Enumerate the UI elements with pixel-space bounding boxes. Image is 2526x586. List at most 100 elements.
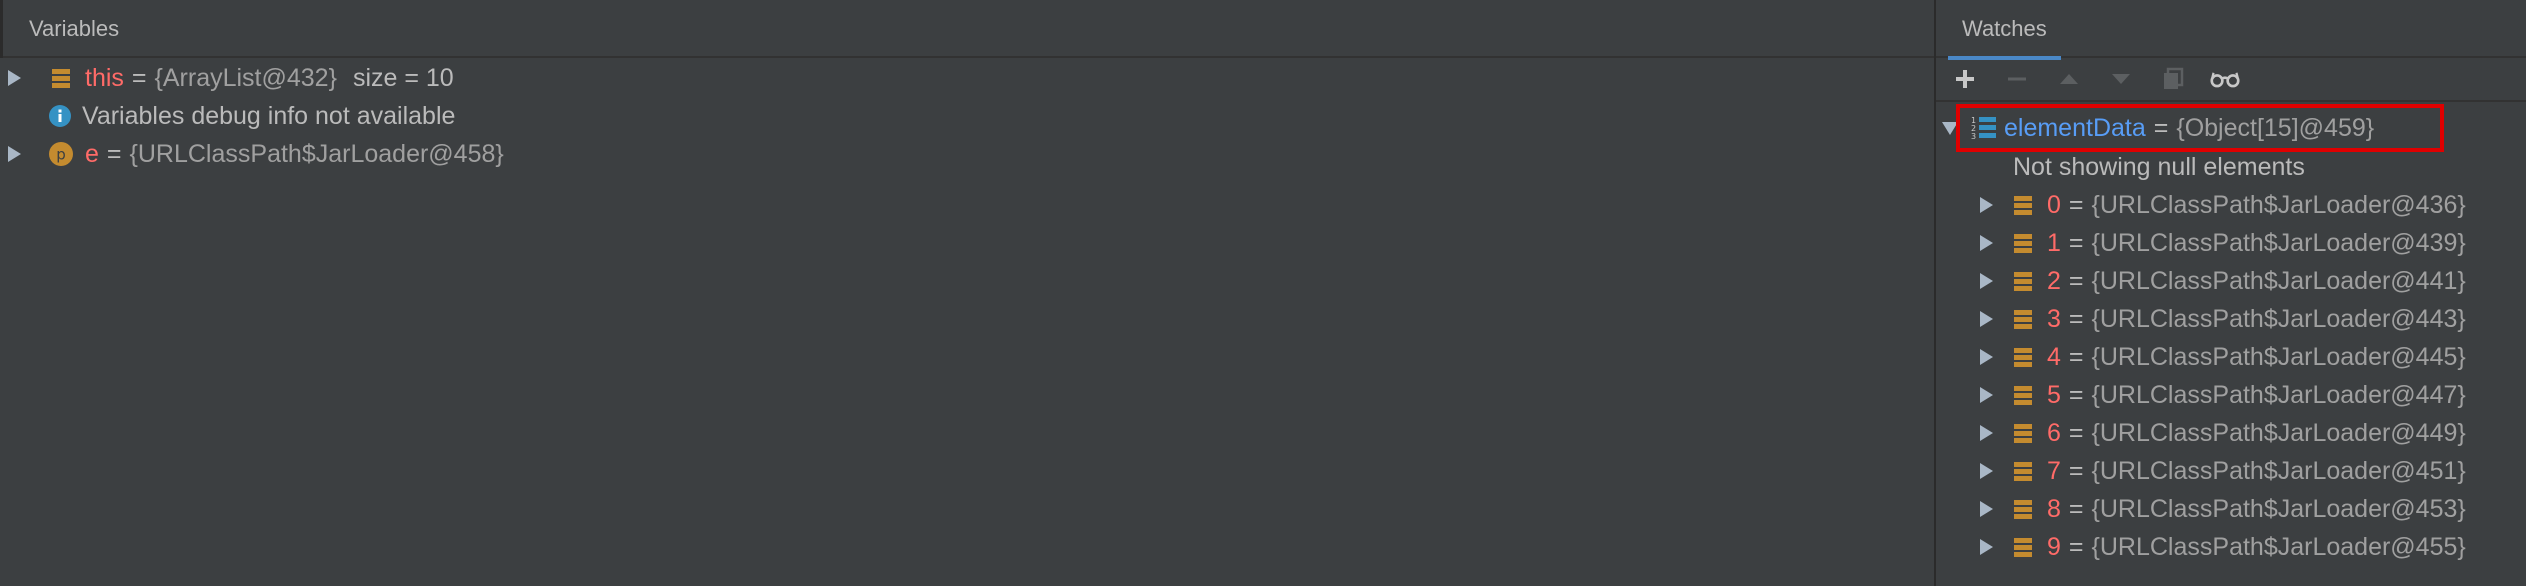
duplicate-watch-button[interactable] [2158,64,2188,94]
debugger-panels: Variables this = {ArrayList@432} size = … [0,0,2526,586]
parameter-badge-icon: p [47,140,75,168]
array-element-row[interactable]: 8 = {URLClassPath$JarLoader@453} [1980,490,2466,528]
equals-sign: = [2068,304,2084,333]
element-index: 0 [2047,190,2061,219]
remove-watch-button[interactable] [2002,64,2032,94]
array-element-row[interactable]: 5 = {URLClassPath$JarLoader@447} [1980,376,2466,414]
field-stack-icon [2009,229,2037,257]
element-index: 7 [2047,456,2061,485]
field-stack-icon [2009,381,2037,409]
parameter-badge-letter: p [56,146,66,164]
expand-arrow-icon[interactable] [1980,463,1993,479]
variable-value: {URLClassPath$JarLoader@458} [129,139,504,168]
variables-header: Variables [0,0,1934,58]
watches-toolbar [1936,58,2526,102]
expand-arrow-icon[interactable] [1980,387,1993,403]
info-message: Variables debug info not available [82,101,456,130]
variable-row-e[interactable]: p e = {URLClassPath$JarLoader@458} [8,135,504,173]
element-index: 8 [2047,494,2061,523]
equals-sign: = [2068,228,2084,257]
tab-watches[interactable]: Watches [1936,0,2073,60]
field-stack-icon [47,64,75,92]
highlight-box [1956,104,2444,152]
field-stack-icon [2009,191,2037,219]
tab-watches-label: Watches [1962,16,2047,41]
element-index: 4 [2047,342,2061,371]
plus-icon [1956,70,1974,88]
element-index: 3 [2047,304,2061,333]
element-value: {URLClassPath$JarLoader@449} [2091,418,2466,447]
equals-sign: = [2068,494,2084,523]
move-up-button[interactable] [2054,64,2084,94]
expand-arrow-icon[interactable] [1980,501,1993,517]
field-stack-icon [2009,267,2037,295]
triangle-up-icon [2060,74,2078,84]
array-element-row[interactable]: 0 = {URLClassPath$JarLoader@436} [1980,186,2466,224]
move-down-button[interactable] [2106,64,2136,94]
field-stack-icon [2009,343,2037,371]
expand-arrow-icon[interactable] [8,146,21,162]
triangle-down-icon [2112,74,2130,84]
variable-row-this[interactable]: this = {ArrayList@432} size = 10 [8,59,454,97]
element-index: 9 [2047,532,2061,561]
element-value: {URLClassPath$JarLoader@455} [2091,532,2466,561]
array-element-row[interactable]: 6 = {URLClassPath$JarLoader@449} [1980,414,2466,452]
expand-arrow-icon[interactable] [1980,311,1993,327]
variable-name: this [85,63,124,92]
equals-sign: = [2068,266,2084,295]
variable-value: {ArrayList@432} [154,63,337,92]
expand-arrow-icon[interactable] [1980,235,1993,251]
glasses-icon [2210,72,2240,88]
equals-sign: = [2068,190,2084,219]
expand-arrow-icon[interactable] [1980,273,1993,289]
element-value: {URLClassPath$JarLoader@451} [2091,456,2466,485]
element-value: {URLClassPath$JarLoader@447} [2091,380,2466,409]
variable-size: size = 10 [352,63,454,92]
element-index: 2 [2047,266,2061,295]
show-watches-in-variables-button[interactable] [2210,64,2240,94]
array-element-row[interactable]: 9 = {URLClassPath$JarLoader@455} [1980,528,2466,566]
equals-sign: = [106,139,122,168]
field-stack-icon [2009,495,2037,523]
array-element-row[interactable]: 1 = {URLClassPath$JarLoader@439} [1980,224,2466,262]
element-value: {URLClassPath$JarLoader@445} [2091,342,2466,371]
array-element-row[interactable]: 4 = {URLClassPath$JarLoader@445} [1980,338,2466,376]
element-value: {URLClassPath$JarLoader@436} [2091,190,2466,219]
variable-info-row: Variables debug info not available [46,97,455,135]
expand-arrow-icon[interactable] [1980,425,1993,441]
equals-sign: = [2068,418,2084,447]
variables-panel: Variables this = {ArrayList@432} size = … [0,0,1934,586]
variable-name: e [85,139,99,168]
element-index: 1 [2047,228,2061,257]
equals-sign: = [2068,532,2084,561]
info-icon [46,102,74,130]
null-elements-note: Not showing null elements [2013,148,2305,186]
field-stack-icon [2009,419,2037,447]
tab-variables-label: Variables [29,16,120,41]
expand-arrow-icon[interactable] [8,70,21,86]
element-value: {URLClassPath$JarLoader@443} [2091,304,2466,333]
expand-arrow-icon[interactable] [1980,197,1993,213]
element-value: {URLClassPath$JarLoader@453} [2091,494,2466,523]
array-element-row[interactable]: 7 = {URLClassPath$JarLoader@451} [1980,452,2466,490]
array-element-row[interactable]: 2 = {URLClassPath$JarLoader@441} [1980,262,2466,300]
expand-arrow-icon[interactable] [1980,349,1993,365]
minus-icon [2008,77,2026,81]
note-text: Not showing null elements [2013,152,2305,181]
element-index: 5 [2047,380,2061,409]
element-value: {URLClassPath$JarLoader@441} [2091,266,2466,295]
array-element-row[interactable]: 3 = {URLClassPath$JarLoader@443} [1980,300,2466,338]
equals-sign: = [2068,380,2084,409]
field-stack-icon [2009,457,2037,485]
element-value: {URLClassPath$JarLoader@439} [2091,228,2466,257]
equals-sign: = [2068,342,2084,371]
element-index: 6 [2047,418,2061,447]
equals-sign: = [2068,456,2084,485]
add-watch-button[interactable] [1950,64,1980,94]
expand-arrow-icon[interactable] [1980,539,1993,555]
field-stack-icon [2009,533,2037,561]
tab-variables[interactable]: Variables [0,0,145,58]
copy-icon [2164,67,2184,89]
equals-sign: = [131,63,147,92]
field-stack-icon [2009,305,2037,333]
